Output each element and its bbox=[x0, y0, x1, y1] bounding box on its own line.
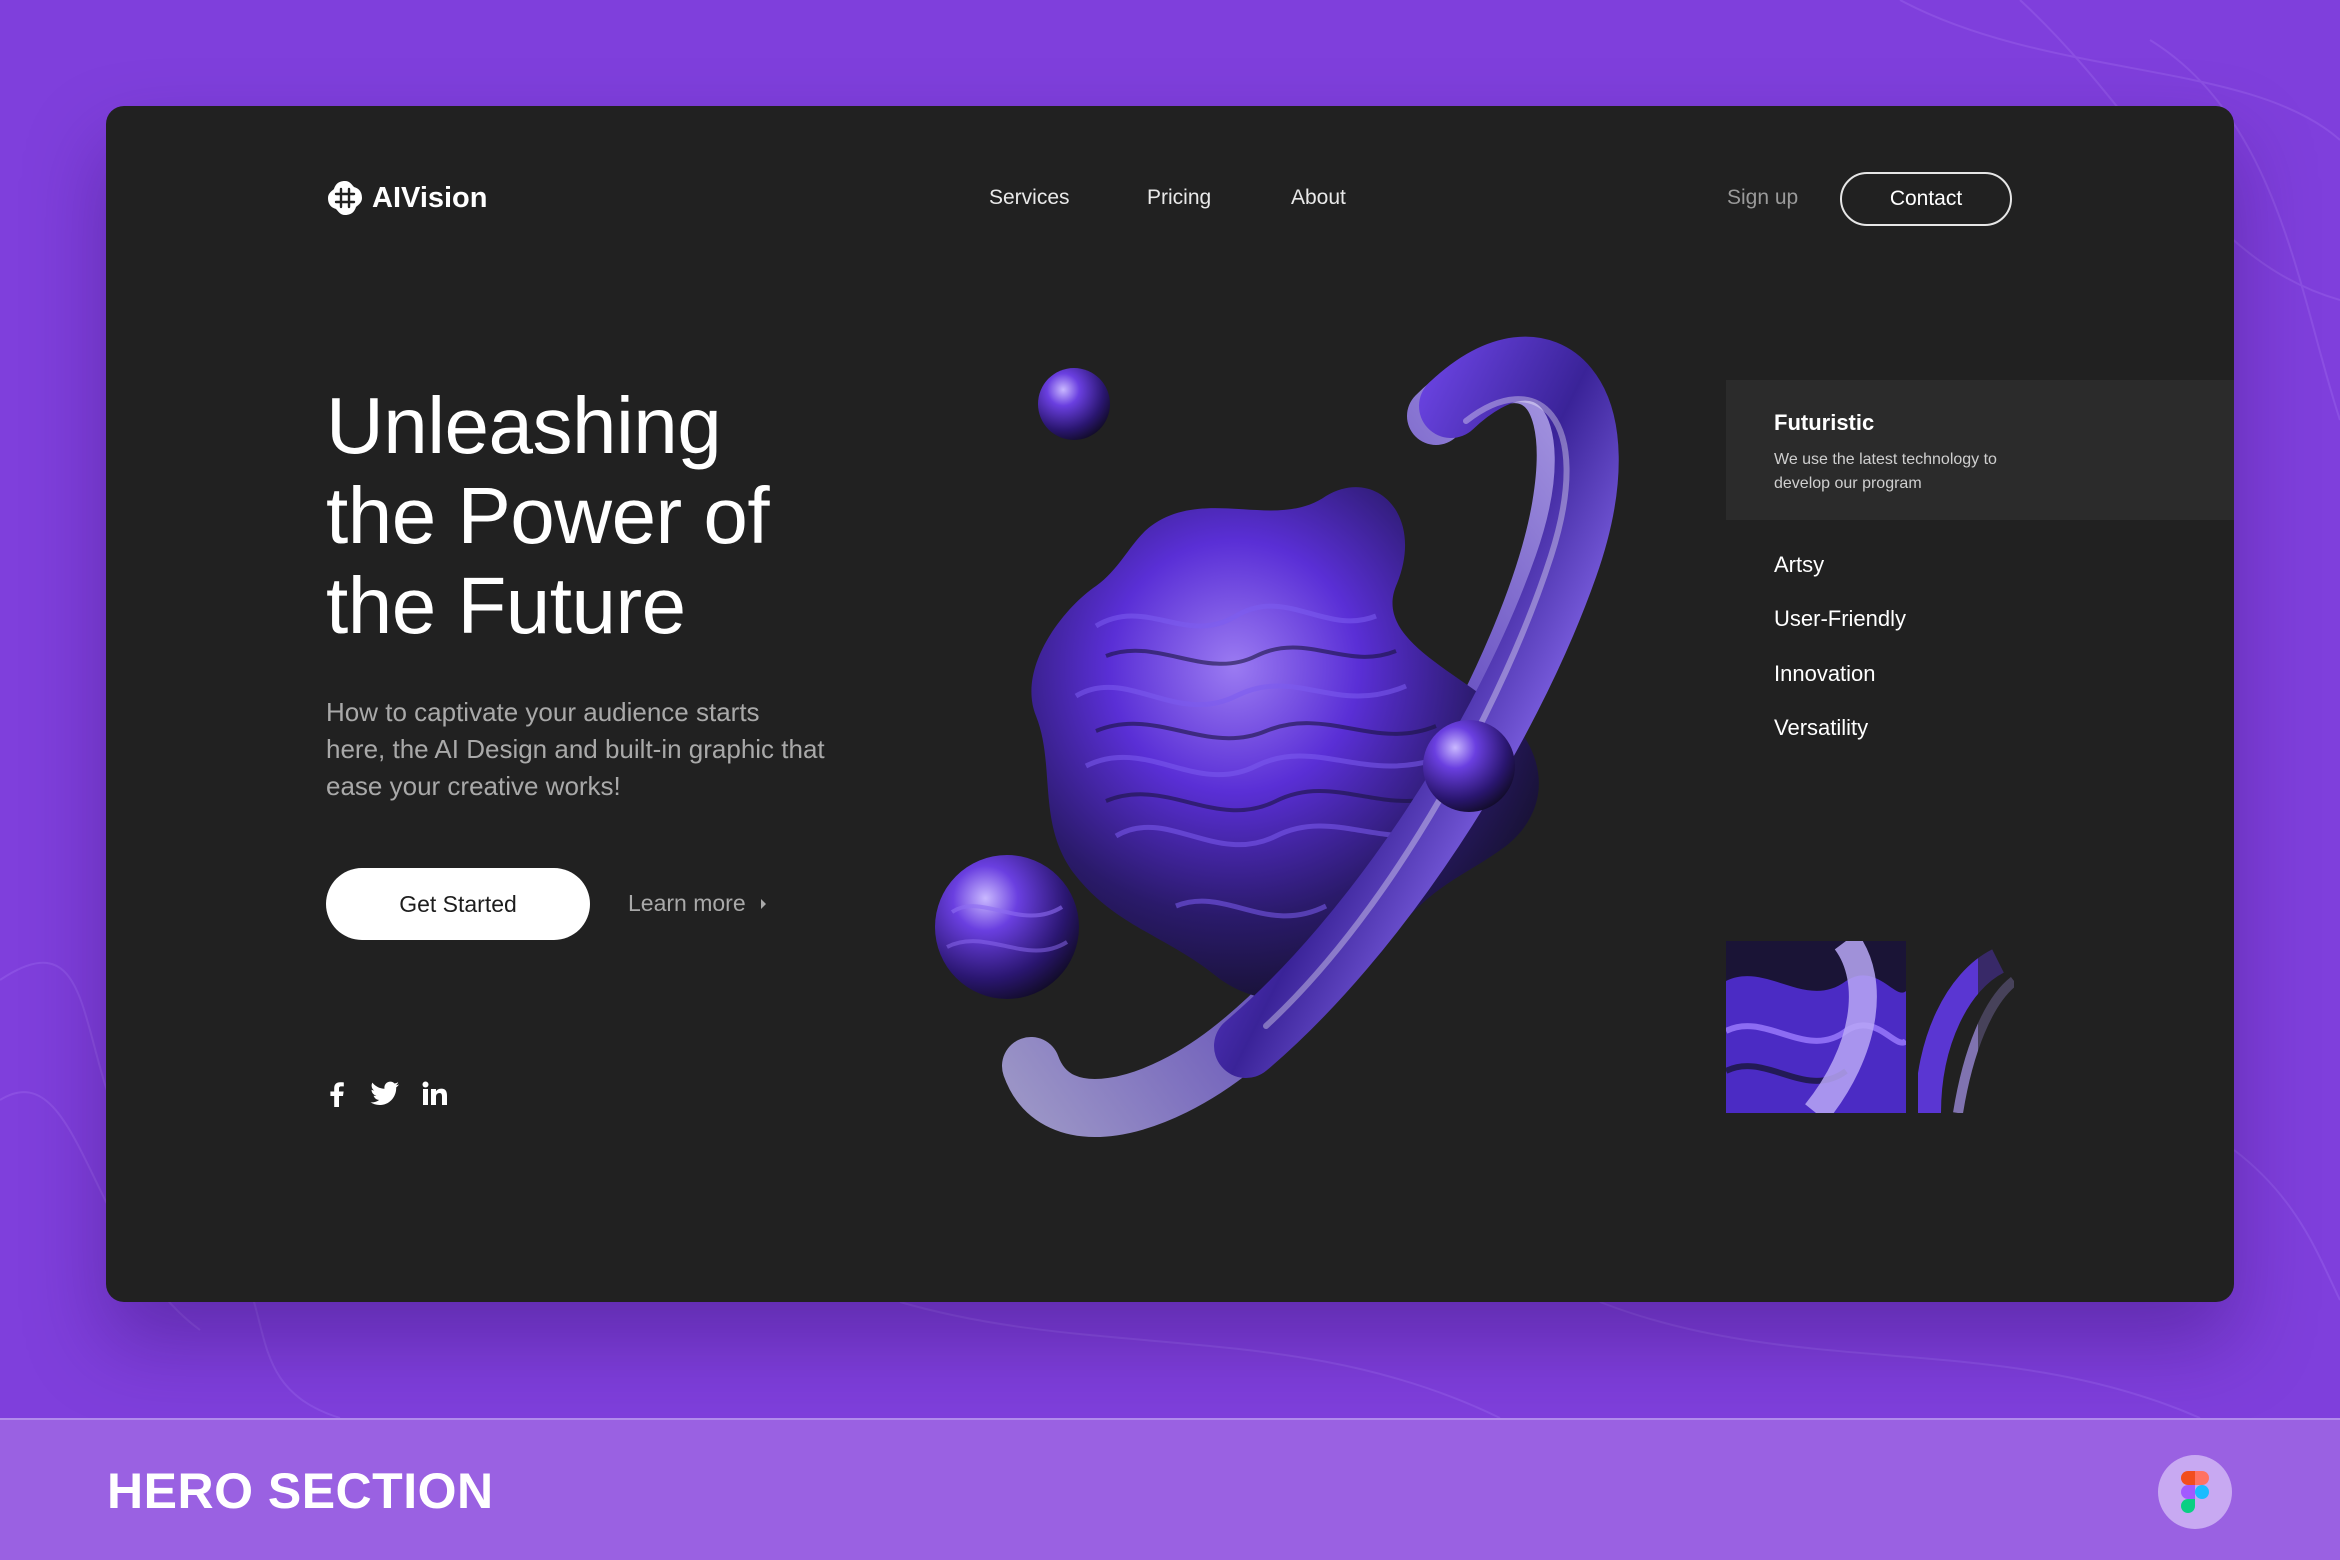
social-links bbox=[326, 1080, 448, 1108]
footer-title: HERO SECTION bbox=[107, 1463, 494, 1519]
feature-card-active[interactable]: Futuristic We use the latest technology … bbox=[1726, 380, 2234, 520]
caret-right-icon bbox=[760, 898, 766, 909]
figma-icon bbox=[2181, 1471, 2209, 1513]
brand-logo[interactable]: AIVision bbox=[326, 179, 488, 217]
feature-description: We use the latest technology to develop … bbox=[1774, 451, 1997, 492]
orb-medium bbox=[1423, 720, 1515, 812]
hero-subtitle: How to captivate your audience starts he… bbox=[326, 697, 825, 801]
footer-banner: HERO SECTION bbox=[0, 1418, 2340, 1560]
nav-link-about[interactable]: About bbox=[1291, 186, 1346, 210]
brand-name: AIVision bbox=[372, 181, 488, 214]
hero-card: AIVision Services Pricing About Sign up … bbox=[106, 106, 2234, 1302]
orb-small bbox=[1038, 368, 1110, 440]
nav-link-services[interactable]: Services bbox=[989, 186, 1070, 210]
brand-logo-icon bbox=[328, 181, 362, 215]
feature-item-innovation[interactable]: Innovation bbox=[1774, 661, 1876, 687]
facebook-icon[interactable] bbox=[326, 1080, 348, 1108]
contact-button[interactable]: Contact bbox=[1840, 172, 2012, 226]
gallery-thumbnail[interactable] bbox=[1918, 941, 2014, 1113]
feature-item-user-friendly[interactable]: User-Friendly bbox=[1774, 606, 1906, 632]
orb-large bbox=[935, 855, 1079, 999]
linkedin-icon[interactable] bbox=[422, 1081, 448, 1107]
twitter-icon[interactable] bbox=[370, 1081, 400, 1107]
feature-item-versatility[interactable]: Versatility bbox=[1774, 715, 1868, 741]
hero-headline: Unleashing the Power of the Future bbox=[326, 381, 770, 650]
feature-title: Futuristic bbox=[1774, 410, 1875, 435]
figma-badge[interactable] bbox=[2158, 1455, 2232, 1529]
learn-more-link[interactable]: Learn more bbox=[628, 890, 768, 917]
feature-item-artsy[interactable]: Artsy bbox=[1774, 552, 1824, 578]
gallery-thumbnail[interactable] bbox=[1726, 941, 1906, 1113]
hero-3d-illustration bbox=[1002, 336, 1619, 1137]
get-started-button[interactable]: Get Started bbox=[326, 868, 590, 940]
signup-link[interactable]: Sign up bbox=[1727, 186, 1798, 210]
learn-more-label: Learn more bbox=[628, 890, 746, 916]
nav-link-pricing[interactable]: Pricing bbox=[1147, 186, 1211, 210]
